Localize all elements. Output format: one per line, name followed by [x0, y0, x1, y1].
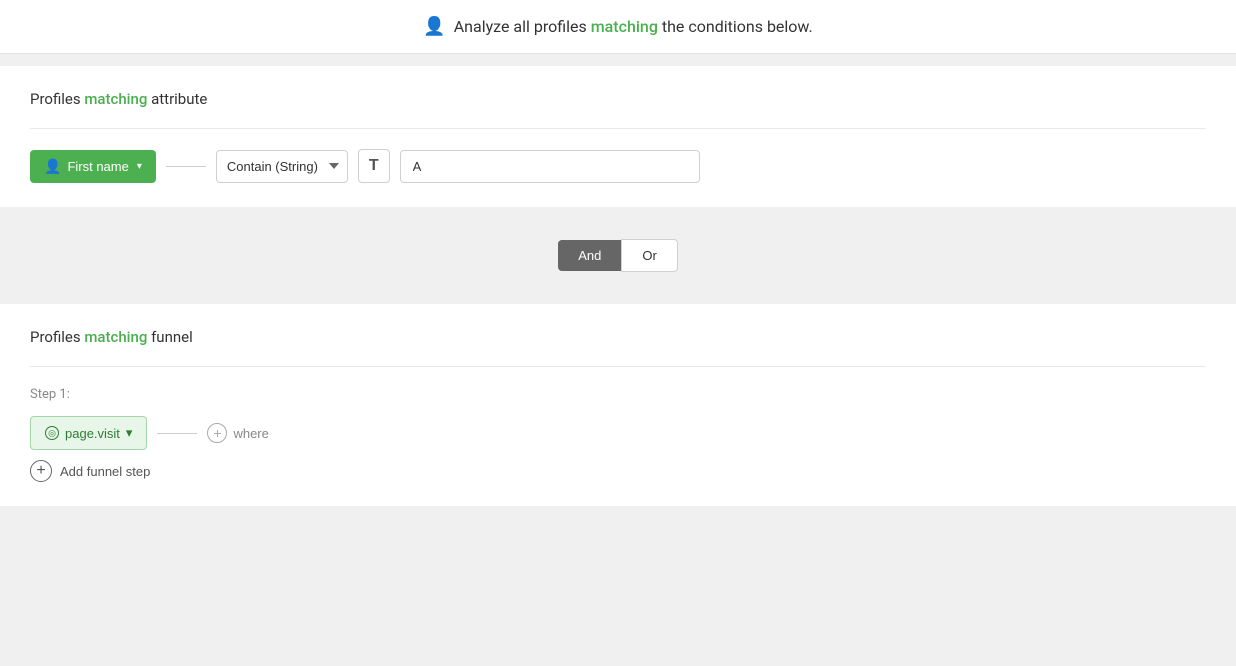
attr-title-after: attribute	[151, 90, 207, 108]
value-input[interactable]	[400, 150, 700, 183]
funnel-section-title: Profiles matching funnel	[30, 328, 1206, 346]
step-label: Step 1:	[30, 387, 1206, 402]
first-name-button[interactable]: 👤 First name ▾	[30, 150, 156, 183]
attribute-section-title: Profiles matching attribute	[30, 90, 1206, 108]
operator-select[interactable]: Contain (String)	[216, 150, 348, 183]
top-bar-after: the conditions below.	[662, 17, 813, 36]
type-icon: T	[369, 157, 379, 175]
funnel-title-before: Profiles	[30, 328, 81, 346]
add-funnel-button[interactable]: + Add funnel step	[30, 460, 150, 482]
where-label: where	[233, 426, 268, 441]
connector-line-1	[166, 166, 206, 167]
funnel-title-highlight: matching	[84, 328, 147, 346]
top-bar-highlight: matching	[591, 17, 658, 36]
funnel-divider	[30, 366, 1206, 367]
where-plus-icon: +	[207, 423, 227, 443]
add-funnel-icon: +	[30, 460, 52, 482]
and-button[interactable]: And	[558, 240, 621, 271]
funnel-section: Profiles matching funnel Step 1: ◎ page.…	[0, 304, 1236, 506]
connector-line-2	[157, 433, 197, 434]
divider	[30, 128, 1206, 129]
funnel-title-after: funnel	[151, 328, 193, 346]
person-btn-icon: 👤	[44, 158, 61, 175]
event-label: page.visit	[65, 426, 120, 441]
first-name-label: First name	[67, 159, 128, 174]
where-button[interactable]: + where	[207, 423, 268, 443]
event-button[interactable]: ◎ page.visit ▾	[30, 416, 147, 450]
or-button[interactable]: Or	[621, 239, 677, 272]
filter-row: 👤 First name ▾ Contain (String) T	[30, 149, 1206, 183]
funnel-filter-row: ◎ page.visit ▾ + where	[30, 416, 1206, 450]
event-icon: ◎	[45, 426, 59, 440]
chevron-down-icon: ▾	[137, 161, 142, 172]
add-funnel-label: Add funnel step	[60, 464, 150, 479]
attr-title-before: Profiles	[30, 90, 81, 108]
attr-title-highlight: matching	[84, 90, 147, 108]
top-bar: 👤 Analyze all profiles matching the cond…	[0, 0, 1236, 54]
top-bar-before: Analyze all profiles	[454, 17, 587, 36]
person-icon: 👤	[423, 16, 445, 37]
attribute-section: Profiles matching attribute 👤 First name…	[0, 66, 1236, 207]
top-bar-text: Analyze all profiles matching the condit…	[454, 17, 813, 36]
type-icon-button[interactable]: T	[358, 149, 390, 183]
event-chevron-icon: ▾	[126, 425, 133, 441]
and-or-section: And Or	[0, 219, 1236, 292]
